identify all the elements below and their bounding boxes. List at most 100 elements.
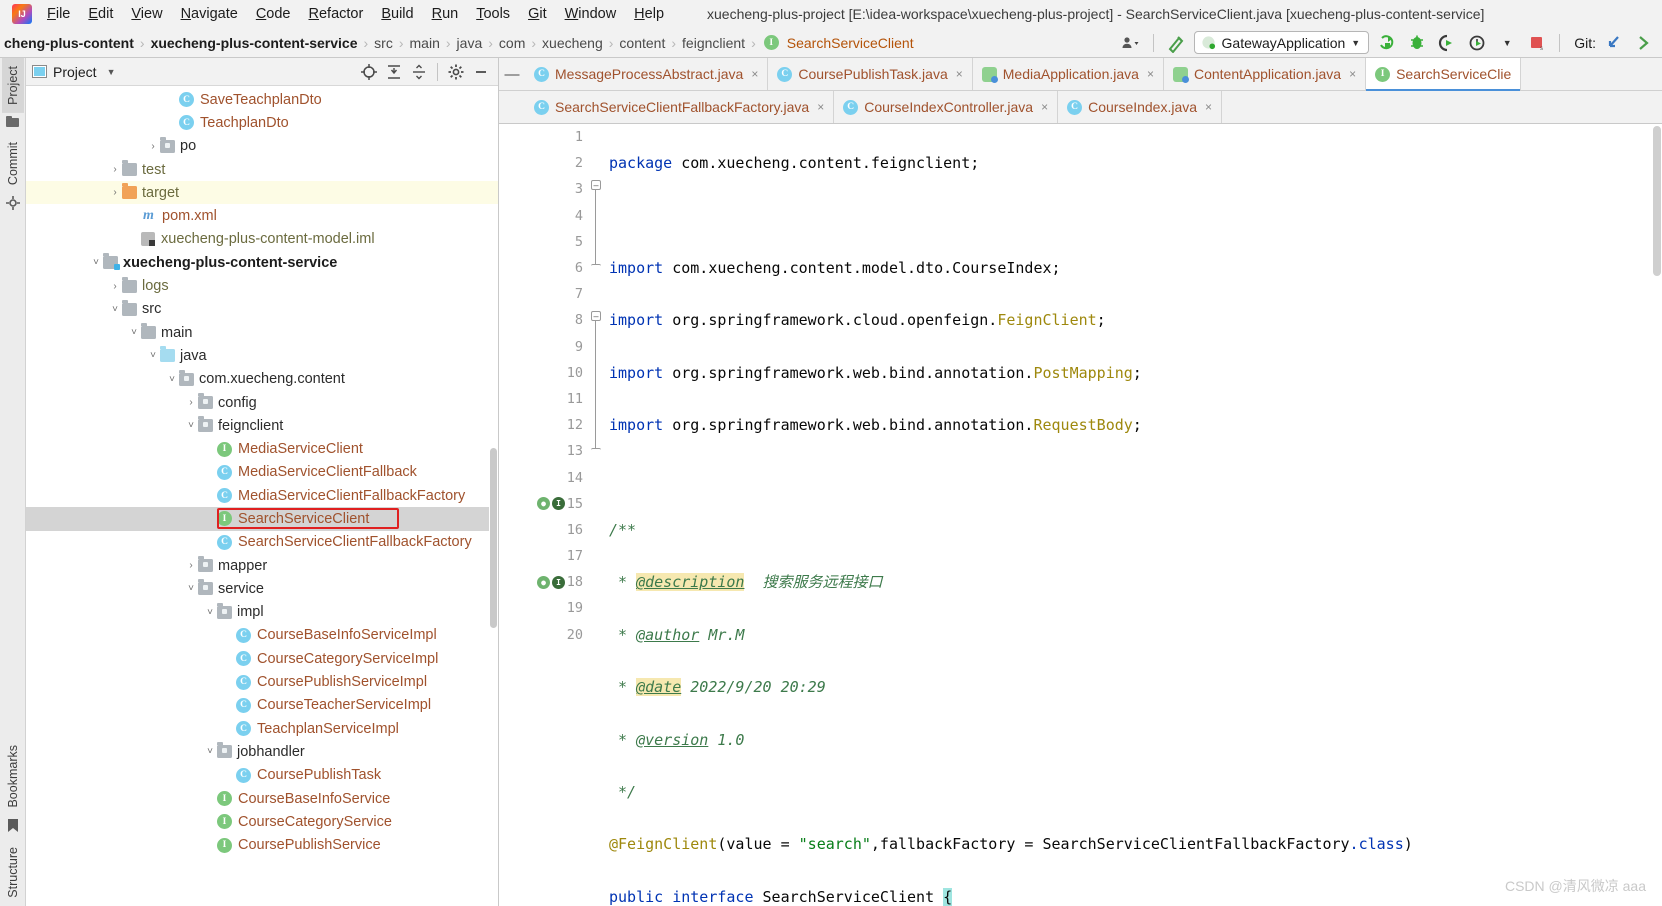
tab-messageprocessabstract[interactable]: C MessageProcessAbstract.java × (525, 58, 769, 90)
line-number-15[interactable]: ● I 15 (499, 491, 589, 517)
tab-courseindexcontroller[interactable]: C CourseIndexController.java × (834, 91, 1059, 123)
close-icon[interactable]: × (956, 67, 963, 81)
sidebar-item-commit[interactable]: Commit (2, 134, 24, 193)
breadcrumb-item-6[interactable]: xuecheng (538, 33, 607, 53)
breadcrumb-item-8[interactable]: feignclient (678, 33, 749, 53)
tab-searchserviceclientfallbackfactory[interactable]: C SearchServiceClientFallbackFactory.jav… (525, 91, 835, 123)
interface-marker-icon[interactable]: I (552, 575, 565, 589)
tree-node-coursepublishservice[interactable]: I CoursePublishService (26, 834, 498, 857)
menu-tools[interactable]: Tools (467, 3, 519, 25)
tab-coursepublishtask[interactable]: C CoursePublishTask.java × (768, 58, 973, 90)
menu-help[interactable]: Help (625, 3, 673, 25)
code-text[interactable]: package com.xuecheng.content.feignclient… (603, 124, 1662, 906)
menu-run[interactable]: Run (423, 3, 468, 25)
chevron-right-icon[interactable]: › (184, 397, 198, 408)
tree-node-saveteachplandto[interactable]: C SaveTeachplanDto (26, 88, 498, 111)
close-icon[interactable]: × (751, 67, 758, 81)
breadcrumb-item-0[interactable]: cheng-plus-content (0, 33, 138, 53)
chevron-down-icon[interactable]: ˅ (89, 257, 103, 268)
tree-node-java[interactable]: ˅ java (26, 344, 498, 367)
update-project-icon[interactable] (1602, 32, 1626, 54)
run-icon[interactable] (1375, 32, 1399, 54)
line-number-13[interactable]: 13 (499, 438, 589, 464)
line-number-10[interactable]: 10 (499, 360, 589, 386)
close-icon[interactable]: × (1041, 100, 1048, 114)
tree-node-mediaserviceclientfallback[interactable]: C MediaServiceClientFallback (26, 461, 498, 484)
close-icon[interactable]: × (1205, 100, 1212, 114)
build-project-icon[interactable] (1164, 32, 1188, 54)
line-number-14[interactable]: 14 (499, 464, 589, 490)
editor-scrollbar-track[interactable] (1652, 124, 1662, 906)
line-number-8[interactable]: 8 (499, 307, 589, 333)
chevron-right-icon[interactable]: › (184, 560, 198, 571)
gear-icon[interactable] (445, 62, 467, 82)
chevron-down-icon[interactable]: ˅ (127, 327, 141, 338)
tree-node-test[interactable]: › test (26, 158, 498, 181)
tab-contentapplication[interactable]: ContentApplication.java × (1163, 58, 1367, 90)
tree-node-logs[interactable]: › logs (26, 274, 498, 297)
menu-build[interactable]: Build (372, 3, 422, 25)
line-number-9[interactable]: 9 (499, 334, 589, 360)
tree-node-jobhandler[interactable]: ˅ jobhandler (26, 740, 498, 763)
sidebar-item-project[interactable]: Project (1, 58, 24, 113)
tree-node-xuecheng-plus-content-service[interactable]: ˅ xuecheng-plus-content-service (26, 251, 498, 274)
collapse-all-icon[interactable] (408, 62, 430, 82)
tree-node-main[interactable]: ˅ main (26, 321, 498, 344)
tab-courseindex[interactable]: C CourseIndex.java × (1058, 91, 1223, 123)
chevron-down-icon[interactable]: ▼ (1495, 32, 1519, 54)
tree-node-coursebaseinfoservice[interactable]: I CourseBaseInfoService (26, 787, 498, 810)
sidebar-item-bookmarks[interactable]: Bookmarks (2, 737, 24, 816)
hide-panel-icon[interactable] (470, 62, 492, 82)
tree-node-searchserviceclient[interactable]: I SearchServiceClient (26, 507, 498, 531)
tree-node-teachplanserviceimpl[interactable]: C TeachplanServiceImpl (26, 717, 498, 740)
tree-node-coursepublishtask[interactable]: C CoursePublishTask (26, 764, 498, 787)
tree-node-pom-xml[interactable]: m pom.xml (26, 204, 498, 227)
interface-marker-icon[interactable]: I (552, 497, 565, 511)
menu-window[interactable]: Window (556, 3, 626, 25)
tree-node-config[interactable]: › config (26, 391, 498, 414)
chevron-down-icon[interactable]: ˅ (184, 583, 198, 594)
chevron-right-icon[interactable]: › (146, 141, 160, 152)
tree-node-mediaserviceclient[interactable]: I MediaServiceClient (26, 437, 498, 460)
line-number-2[interactable]: 2 (499, 150, 589, 176)
project-scrollbar-track[interactable] (489, 388, 498, 698)
commit-icon[interactable] (1632, 32, 1656, 54)
line-number-7[interactable]: 7 (499, 281, 589, 307)
tree-node-coursecategoryserviceimpl[interactable]: C CourseCategoryServiceImpl (26, 647, 498, 670)
tree-node-searchserviceclientfallbackfactory[interactable]: C SearchServiceClientFallbackFactory (26, 531, 498, 554)
gutter-markers[interactable]: ● I (537, 575, 565, 589)
user-dropdown-icon[interactable] (1119, 32, 1143, 54)
chevron-right-icon[interactable]: › (108, 281, 122, 292)
tree-node-feignclient[interactable]: ˅ feignclient (26, 414, 498, 437)
menu-file[interactable]: File (38, 3, 79, 25)
code-editor[interactable]: 1 2 3 4 5 6 7 8 9 10 11 12 13 14 ● I 15 16 17 ● I 18 19 20 – – … (499, 124, 1662, 906)
line-number-4[interactable]: 4 (499, 203, 589, 229)
close-icon[interactable]: × (817, 100, 824, 114)
chevron-down-icon[interactable]: ˅ (146, 350, 160, 361)
fold-gutter[interactable]: – – (589, 124, 603, 906)
menu-refactor[interactable]: Refactor (300, 3, 373, 25)
editor-scrollbar-thumb[interactable] (1653, 126, 1661, 276)
run-with-coverage-icon[interactable] (1435, 32, 1459, 54)
line-number-20[interactable]: 20 (499, 622, 589, 648)
line-number-6[interactable]: 6 (499, 255, 589, 281)
breadcrumb-item-1[interactable]: xuecheng-plus-content-service (147, 33, 362, 53)
hide-tabs-icon[interactable]: — (499, 58, 525, 90)
line-number-5[interactable]: 5 (499, 229, 589, 255)
tree-node-target[interactable]: › target (26, 181, 498, 205)
implemented-method-icon[interactable]: ● (537, 497, 550, 511)
tree-node-com-xuecheng-content[interactable]: ˅ com.xuecheng.content (26, 368, 498, 391)
project-scrollbar-thumb[interactable] (490, 448, 497, 628)
tree-node-mediaserviceclientfallbackfactory[interactable]: C MediaServiceClientFallbackFactory (26, 484, 498, 507)
breadcrumb[interactable]: cheng-plus-content › xuecheng-plus-conte… (0, 33, 918, 53)
tree-node-coursebaseinfoserviceimpl[interactable]: C CourseBaseInfoServiceImpl (26, 624, 498, 647)
breadcrumb-item-5[interactable]: com (495, 33, 529, 53)
menu-git[interactable]: Git (519, 3, 556, 25)
close-icon[interactable]: × (1147, 67, 1154, 81)
menu-code[interactable]: Code (247, 3, 300, 25)
implemented-method-icon[interactable]: ● (537, 575, 550, 589)
line-number-17[interactable]: 17 (499, 543, 589, 569)
gutter-markers[interactable]: ● I (537, 497, 565, 511)
stop-icon[interactable]: s (1525, 32, 1549, 54)
fold-marker-javadoc[interactable]: – (591, 311, 601, 321)
